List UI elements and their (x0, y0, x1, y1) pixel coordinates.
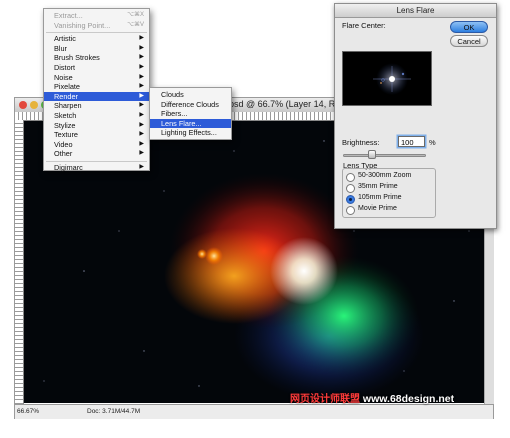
ok-button[interactable]: OK (450, 21, 488, 33)
menu-item-label: Render (54, 91, 78, 101)
submenu-arrow-icon: ▶ (139, 121, 144, 128)
menu-item-label: Difference Clouds (161, 99, 219, 109)
lens-type-radio-movie-prime[interactable]: Movie Prime (346, 205, 397, 215)
light-core (270, 237, 338, 305)
menu-item-label: Pixelate (54, 82, 80, 92)
filter-menu-item-digimarc[interactable]: Digimarc ▶ (44, 163, 149, 173)
render-menu-item-lighting-effects[interactable]: Lighting Effects... (150, 128, 231, 138)
minimize-icon[interactable] (30, 101, 38, 109)
submenu-arrow-icon: ▶ (139, 44, 144, 51)
submenu-arrow-icon: ▶ (139, 64, 144, 70)
menu-item-label: Fibers... (161, 109, 188, 119)
filter-menu-item-artistic[interactable]: Artistic ▶ (44, 34, 149, 44)
submenu-arrow-icon: ▶ (139, 83, 144, 90)
submenu-arrow-icon: ▶ (139, 164, 144, 170)
menu-item-label: Lens Flare... (161, 118, 202, 128)
render-menu-item-clouds[interactable]: Clouds (150, 90, 231, 100)
brightness-slider-thumb[interactable] (368, 150, 377, 159)
menu-item-label: Lighting Effects... (161, 128, 217, 138)
flare-preview-image (373, 63, 411, 95)
menu-item-label: Stylize (54, 120, 76, 130)
radio-label: 105mm Prime (358, 194, 402, 201)
menu-shortcut: ⌥⌘V (127, 21, 144, 28)
filter-menu-item-distort[interactable]: Distort ▶ (44, 63, 149, 73)
submenu-arrow-icon: ▶ (139, 112, 144, 118)
menu-item-label: Sketch (54, 111, 77, 120)
lens-flare-spot (205, 247, 223, 265)
menu-item-label: Noise (54, 72, 73, 82)
close-icon[interactable] (19, 101, 27, 109)
radio-label: Movie Prime (358, 205, 397, 212)
lens-type-radio-35mm-prime[interactable]: 35mm Prime (346, 183, 398, 193)
watermark: 网页设计师联盟 www.68design.net (290, 390, 454, 405)
radio-label: 50-300mm Zoom (358, 172, 412, 179)
dialog-title: Lens Flare (335, 4, 496, 18)
filter-menu-item-stylize[interactable]: Stylize ▶ (44, 121, 149, 131)
filter-menu: Extract... ⌥⌘X Vanishing Point... ⌥⌘V Artist… (43, 8, 150, 173)
brightness-input[interactable]: 100 (398, 136, 425, 147)
lens-type-radio-50-300mm-zoom[interactable]: 50-300mm Zoom (346, 172, 411, 182)
submenu-arrow-icon: ▶ (139, 54, 144, 61)
filter-menu-item-sketch[interactable]: Sketch ▶ (44, 111, 149, 121)
menu-item-label: Artistic (54, 34, 76, 44)
brightness-label: Brightness: (342, 138, 380, 147)
menu-item-label: Brush Strokes (54, 53, 100, 63)
menu-item-label: Sharpen (54, 101, 82, 111)
status-bar: 66.67% Doc: 3.71M/44.7M (15, 404, 493, 419)
submenu-arrow-icon: ▶ (139, 140, 144, 147)
submenu-arrow-icon: ▶ (139, 102, 144, 109)
menu-separator (46, 160, 147, 162)
radio-button-icon (346, 184, 355, 193)
radio-label: 35mm Prime (358, 183, 398, 190)
lens-type-group: 50-300mm Zoom 35mm Prime 105mm Prime Movie … (342, 168, 436, 218)
submenu-arrow-icon: ▶ (139, 92, 144, 99)
filter-menu-item-vanishing-point[interactable]: Vanishing Point... ⌥⌘V (44, 21, 149, 31)
render-menu-item-fibers[interactable]: Fibers... (150, 109, 231, 119)
render-menu-item-lens-flare[interactable]: Lens Flare... (150, 118, 231, 129)
filter-menu-item-noise[interactable]: Noise ▶ (44, 73, 149, 83)
filter-menu-item-other[interactable]: Other ▶ (44, 149, 149, 159)
filter-menu-item-blur[interactable]: Blur ▶ (44, 44, 149, 54)
menu-item-label: Vanishing Point... (54, 20, 111, 30)
radio-button-icon (346, 206, 355, 215)
filter-menu-item-extract[interactable]: Extract... ⌥⌘X (44, 11, 149, 21)
filter-menu-item-video[interactable]: Video ▶ (44, 140, 149, 150)
menu-item-label: Clouds (161, 90, 184, 99)
vertical-ruler[interactable] (15, 120, 24, 404)
menu-item-label: Extract... (54, 11, 83, 20)
cancel-button[interactable]: Cancel (450, 35, 488, 47)
radio-button-icon (346, 173, 355, 182)
radio-button-icon (346, 195, 355, 204)
zoom-level[interactable]: 66.67% (17, 408, 39, 415)
brightness-slider-track[interactable] (343, 154, 426, 157)
submenu-arrow-icon: ▶ (139, 131, 144, 138)
filter-menu-item-render[interactable]: Render ▶ (44, 91, 149, 102)
menu-item-label: Video (54, 139, 73, 149)
filter-menu-item-texture[interactable]: Texture ▶ (44, 130, 149, 140)
render-submenu: Clouds Difference Clouds Fibers... Lens Fla… (149, 87, 232, 140)
flare-center-label: Flare Center: (342, 21, 386, 30)
filter-menu-item-brush-strokes[interactable]: Brush Strokes ▶ (44, 53, 149, 63)
menu-shortcut: ⌥⌘X (127, 12, 144, 18)
watermark-cn: 网页设计师联盟 (290, 394, 360, 405)
menu-item-label: Digimarc (54, 163, 83, 172)
document-size[interactable]: Doc: 3.71M/44.7M (87, 408, 140, 415)
brightness-unit: % (429, 138, 436, 147)
lens-flare-dialog: Lens Flare Flare Center: OK Cancel Brigh… (334, 3, 497, 229)
menu-separator (46, 31, 147, 33)
menu-item-label: Texture (54, 130, 78, 140)
menu-item-label: Other (54, 149, 73, 159)
filter-menu-item-sharpen[interactable]: Sharpen ▶ (44, 101, 149, 111)
watermark-url: www.68design.net (362, 393, 455, 405)
menu-item-label: Distort (54, 63, 76, 72)
render-menu-item-difference-clouds[interactable]: Difference Clouds (150, 100, 231, 110)
lens-flare-spot-small (197, 249, 207, 259)
submenu-arrow-icon: ▶ (139, 150, 144, 157)
flare-preview[interactable] (342, 51, 432, 106)
submenu-arrow-icon: ▶ (139, 35, 144, 42)
filter-menu-item-pixelate[interactable]: Pixelate ▶ (44, 82, 149, 92)
submenu-arrow-icon: ▶ (139, 73, 144, 80)
menu-item-label: Blur (54, 43, 67, 53)
lens-type-radio-105mm-prime[interactable]: 105mm Prime (346, 194, 402, 204)
